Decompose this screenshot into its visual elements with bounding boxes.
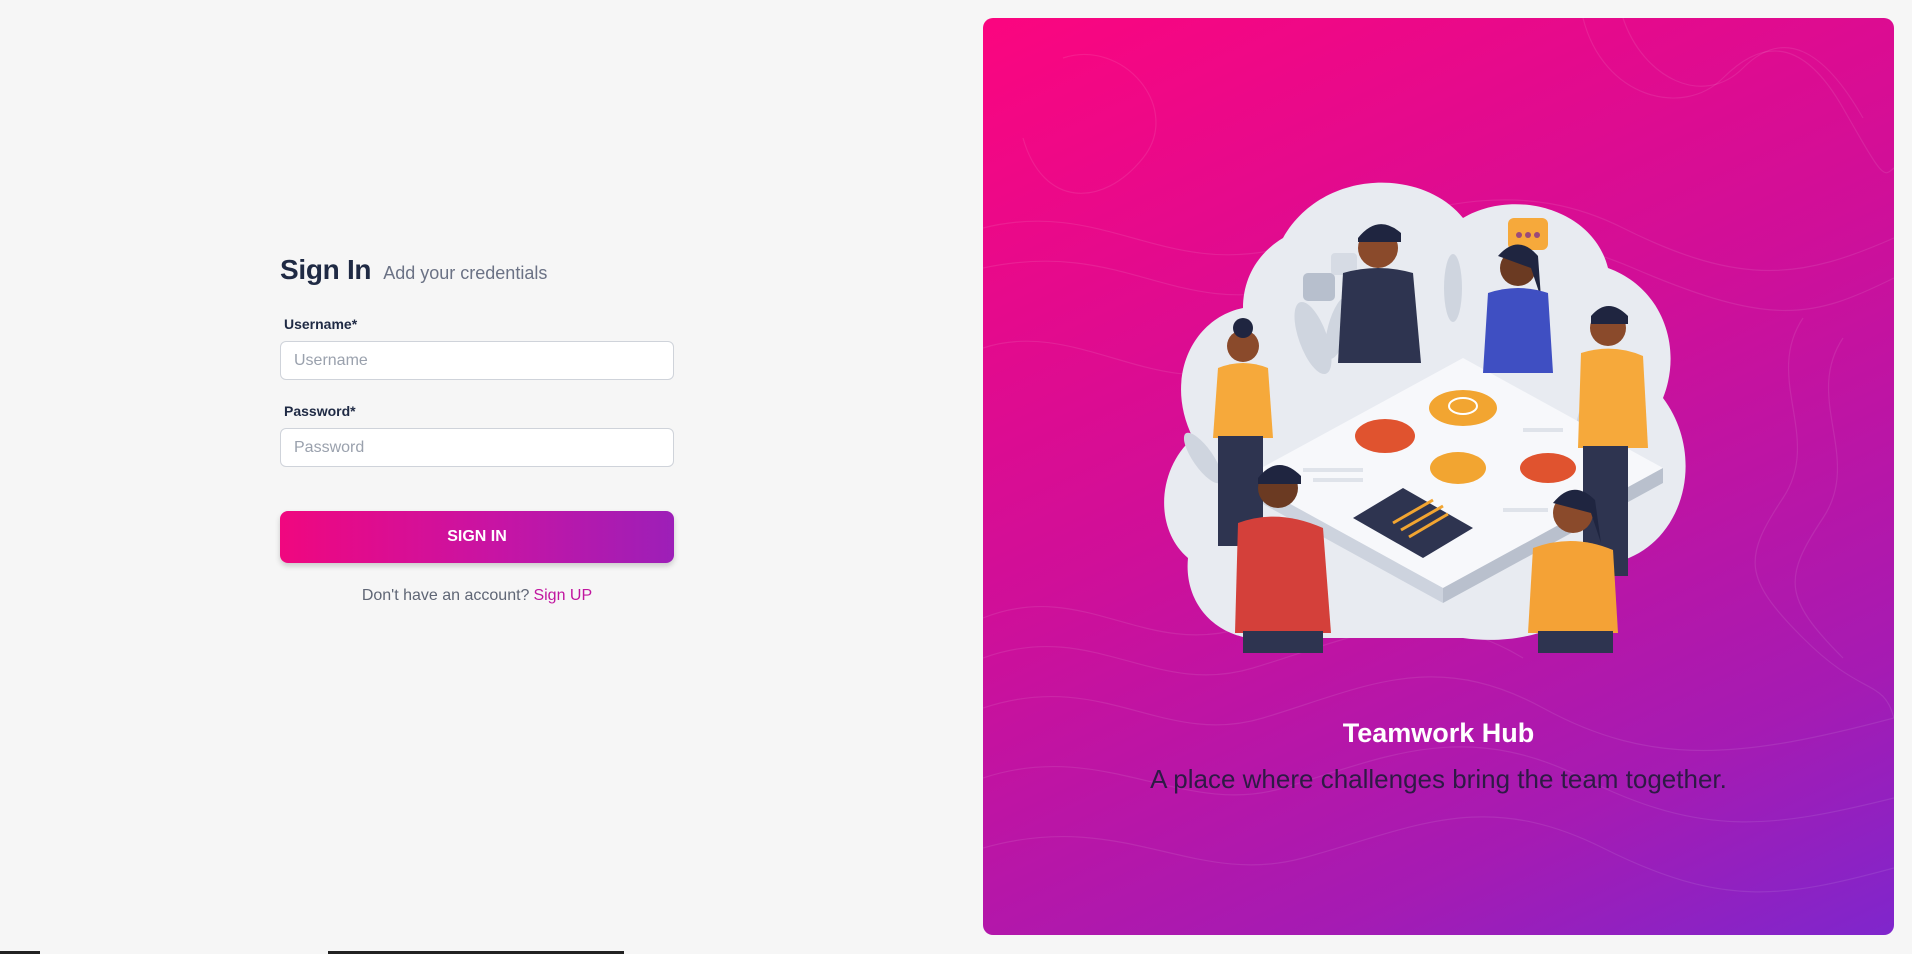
login-heading: Sign In Add your credentials xyxy=(280,254,674,286)
sign-in-button[interactable]: SIGN IN xyxy=(280,511,674,563)
username-label: Username* xyxy=(284,316,358,332)
username-input[interactable] xyxy=(280,341,674,380)
brand-tagline: A place where challenges bring the team … xyxy=(1150,764,1727,794)
signup-prompt-text: Don't have an account? xyxy=(361,587,530,604)
password-group: Password* xyxy=(280,403,674,467)
brand-title: Teamwork Hub xyxy=(1342,718,1535,748)
username-group: Username* xyxy=(280,316,674,380)
page-title: Sign In xyxy=(280,254,372,285)
brand-panel: Teamwork Hub A place where challenges br… xyxy=(983,18,1894,935)
page-subtitle: Add your credentials xyxy=(383,263,548,283)
signup-prompt: Don't have an account? Sign UP xyxy=(280,587,674,605)
password-input[interactable] xyxy=(280,428,674,467)
password-label: Password* xyxy=(284,403,356,419)
sign-up-link[interactable]: Sign UP xyxy=(533,587,592,604)
login-form: Sign In Add your credentials Username* P… xyxy=(280,254,674,605)
team-collaboration-illustration xyxy=(1164,182,1686,653)
